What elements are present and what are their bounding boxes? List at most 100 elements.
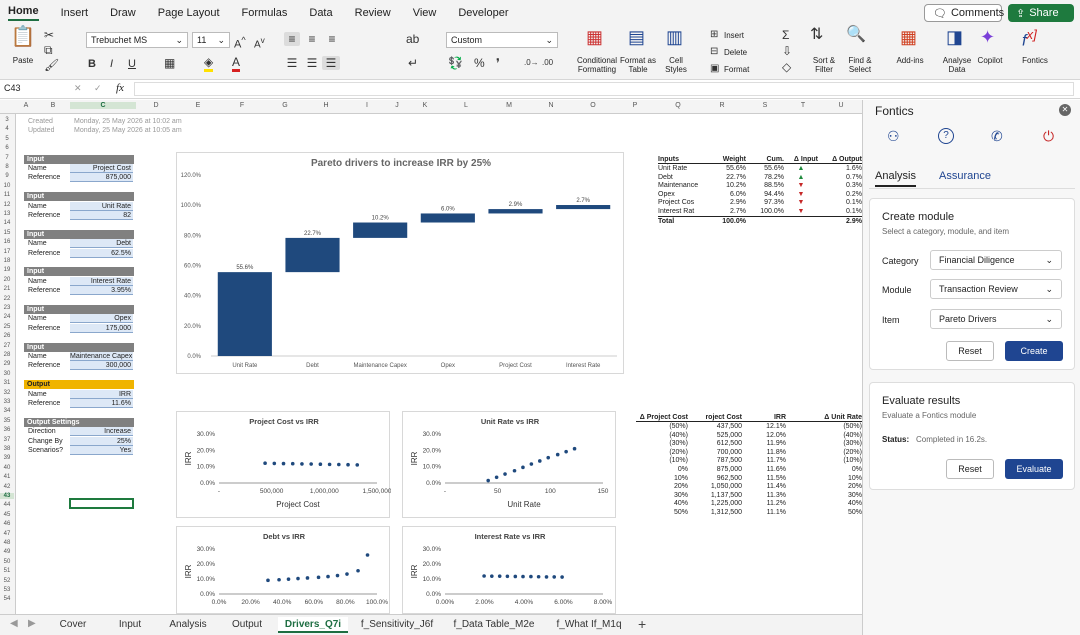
comma-icon[interactable]: ❜ (496, 56, 500, 70)
find-select-label[interactable]: Find & Select (842, 56, 878, 74)
create-reset-button[interactable]: Reset (946, 341, 994, 361)
column-header[interactable]: N (530, 102, 572, 109)
close-icon[interactable]: ✕ (1059, 104, 1071, 116)
add-ins-icon[interactable]: ▦ (900, 28, 917, 46)
scatter-point[interactable] (263, 461, 267, 466)
menu-tab-data[interactable]: Data (309, 7, 332, 19)
input-block-4-ref-value[interactable]: 175,000 (70, 323, 133, 333)
column-header[interactable]: Q (656, 102, 700, 109)
cut-icon[interactable]: ✂ (44, 28, 54, 42)
comments-button[interactable]: 🗨 Comments (924, 4, 1004, 22)
scatter-point[interactable] (536, 574, 541, 579)
column-header[interactable]: J (388, 102, 406, 109)
pareto-bar[interactable] (353, 222, 408, 238)
menu-tab-developer[interactable]: Developer (458, 7, 508, 19)
row-header[interactable]: 21 (0, 286, 14, 292)
scatter-point[interactable] (555, 452, 560, 457)
row-header[interactable]: 53 (0, 587, 14, 593)
format-as-table-label[interactable]: Format as Table (620, 56, 656, 74)
column-header[interactable]: D (136, 102, 176, 109)
scatter-point[interactable] (513, 574, 518, 579)
interest-rate-chart[interactable]: Interest Rate vs IRR 0.0% 10.0% 20.0% 30.0% 0… (402, 526, 616, 614)
formula-input[interactable] (134, 82, 1074, 96)
scatter-point[interactable] (309, 462, 313, 466)
column-header[interactable]: R (700, 102, 744, 109)
fill-icon[interactable]: ⇩ (782, 44, 792, 58)
scatter-point[interactable] (521, 465, 525, 470)
fill-color-icon[interactable]: ◈ (204, 55, 214, 72)
row-header[interactable]: 49 (0, 549, 14, 555)
column-header[interactable]: H (306, 102, 346, 109)
input-block-4-name-value[interactable]: Opex (70, 314, 133, 324)
font-size-select[interactable]: 11 ⌄ (192, 32, 230, 48)
module-select[interactable]: Transaction Review ⌄ (930, 279, 1062, 299)
fx-icon[interactable]: fx (116, 82, 124, 94)
scatter-point[interactable] (318, 462, 323, 467)
add-sheet-icon[interactable]: + (638, 616, 646, 632)
clear-icon[interactable]: ◇ (782, 60, 791, 74)
row-header[interactable]: 31 (0, 380, 14, 386)
increase-font-icon[interactable]: A^ (234, 33, 246, 52)
scatter-point[interactable] (346, 462, 350, 467)
scatter-point[interactable] (529, 574, 533, 579)
decrease-font-icon[interactable]: Av (254, 33, 265, 52)
pareto-bar[interactable] (420, 213, 475, 223)
scatter-point[interactable] (365, 553, 370, 557)
delete-cells-button[interactable]: Delete (724, 48, 754, 57)
row-header[interactable]: 48 (0, 540, 14, 546)
column-header[interactable]: K (406, 102, 444, 109)
row-header[interactable]: 54 (0, 596, 14, 602)
row-header[interactable]: 17 (0, 249, 14, 255)
column-header[interactable]: P (614, 102, 656, 109)
row-header[interactable]: 51 (0, 568, 14, 574)
scatter-point[interactable] (355, 463, 360, 467)
column-header[interactable]: E (176, 102, 220, 109)
debt-chart[interactable]: Debt vs IRR 0.0% 10.0% 20.0% 30.0% 0.0% 20.0% 4… (176, 526, 390, 614)
scatter-point[interactable] (538, 459, 542, 463)
row-header[interactable]: 33 (0, 399, 14, 405)
find-select-icon[interactable]: 🔍 (846, 27, 866, 43)
tab-analysis[interactable]: Analysis (875, 170, 916, 187)
conditional-formatting-label[interactable]: Conditional Formatting (572, 56, 622, 74)
input-block-3-name-value[interactable]: Interest Rate (70, 276, 133, 286)
row-header[interactable]: 11 (0, 192, 14, 198)
scatter-point[interactable] (296, 576, 300, 581)
row-header[interactable]: 7 (0, 155, 14, 161)
row-header[interactable]: 41 (0, 474, 14, 480)
scatter-point[interactable] (503, 472, 507, 476)
power-icon[interactable]: ⏻ (1043, 128, 1054, 145)
row-header[interactable]: 28 (0, 352, 14, 358)
column-header[interactable]: F (220, 102, 264, 109)
settings-value[interactable]: Increase (70, 427, 133, 437)
row-header[interactable]: 26 (0, 333, 14, 339)
add-ins-label[interactable]: Add-ins (892, 56, 928, 65)
row-header[interactable]: 50 (0, 559, 14, 565)
column-header[interactable]: S (744, 102, 786, 109)
scatter-point[interactable] (337, 462, 341, 467)
align-top-icon[interactable]: ≡ (284, 32, 300, 46)
column-header[interactable]: B (36, 102, 70, 109)
category-select[interactable]: Financial Diligence ⌄ (930, 250, 1062, 270)
scatter-point[interactable] (290, 461, 295, 466)
row-header[interactable]: 37 (0, 437, 14, 443)
number-format-select[interactable]: Custom ⌄ (446, 32, 558, 48)
fontics-icon[interactable]: fx] (1022, 28, 1037, 49)
insert-cells-icon[interactable]: ⊞ (710, 28, 718, 42)
sheet-tab-analysis[interactable]: Analysis (160, 617, 216, 633)
name-box[interactable]: C43 (4, 83, 58, 93)
row-header[interactable]: 43 (0, 493, 14, 499)
menu-tab-review[interactable]: Review (355, 7, 391, 19)
row-header[interactable]: 19 (0, 267, 14, 273)
create-button[interactable]: Create (1005, 341, 1063, 361)
scatter-point[interactable] (327, 462, 332, 467)
row-header[interactable]: 47 (0, 531, 14, 537)
scatter-point[interactable] (490, 574, 494, 578)
menu-tab-home[interactable]: Home (8, 5, 39, 21)
row-header[interactable]: 22 (0, 296, 14, 302)
column-header[interactable]: M (488, 102, 530, 109)
scatter-point[interactable] (552, 575, 557, 579)
align-left-icon[interactable]: ☰ (284, 56, 300, 70)
unit-rate-chart[interactable]: Unit Rate vs IRR 0.0% 10.0% 20.0% 30.0% - 50 10… (402, 411, 616, 518)
column-header[interactable]: T (786, 102, 820, 109)
input-block-2-ref-value[interactable]: 62.5% (70, 248, 133, 258)
